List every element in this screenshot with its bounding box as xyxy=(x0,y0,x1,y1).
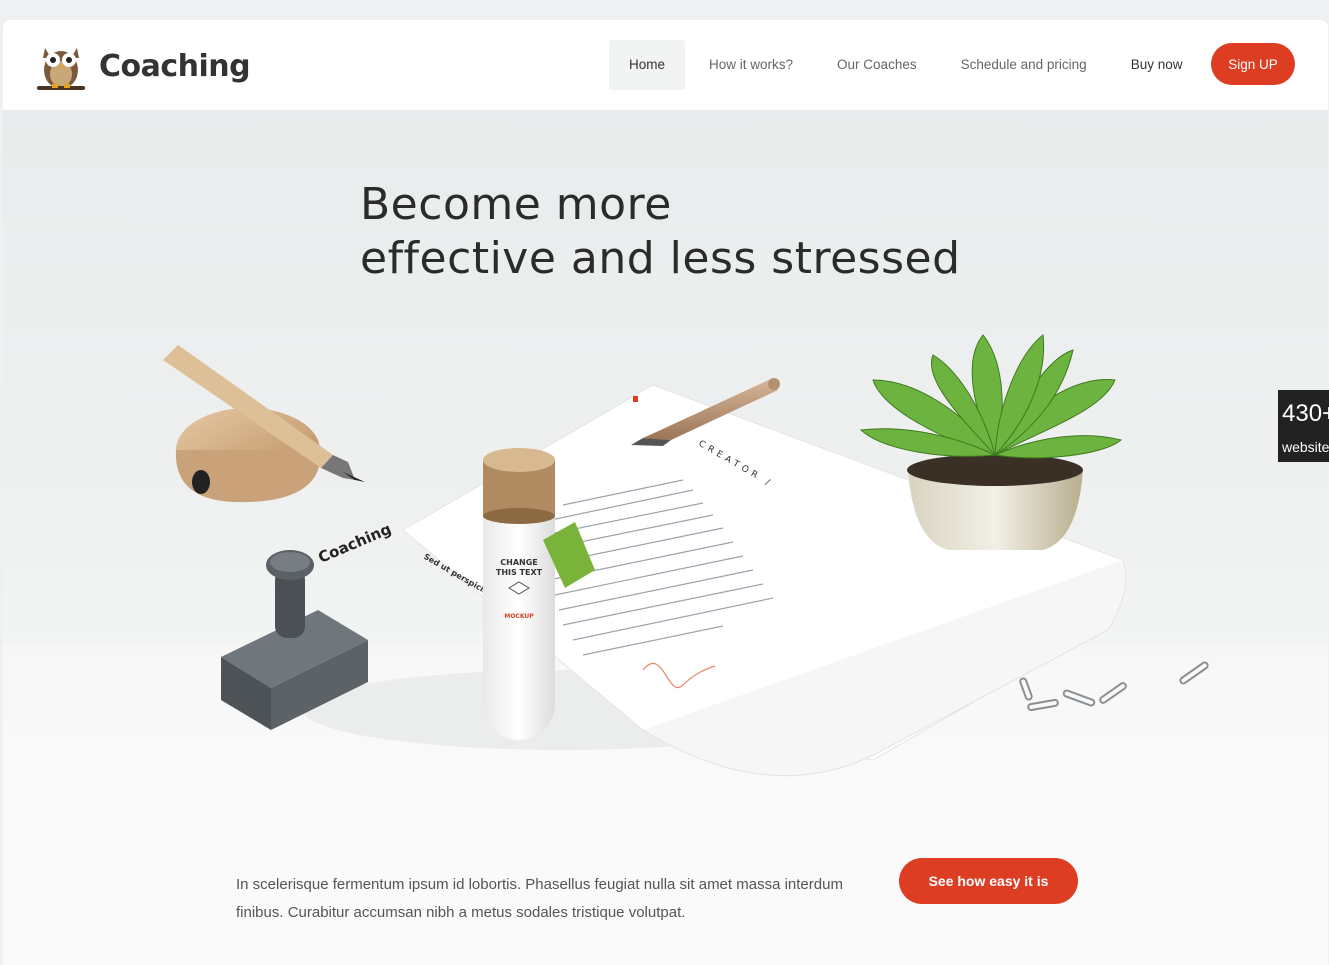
paper-mark xyxy=(633,396,638,402)
main-nav: Home How it works? Our Coaches Schedule … xyxy=(609,40,1206,90)
page-frame: Coaching Home How it works? Our Coaches … xyxy=(3,20,1328,965)
wooden-pencil-holder xyxy=(163,345,365,503)
tube-text-line2: THIS TEXT xyxy=(496,568,543,577)
badge-label: websites xyxy=(1282,439,1329,455)
see-how-button[interactable]: See how easy it is xyxy=(899,858,1078,904)
hero-title-line2: effective and less stressed xyxy=(360,233,961,284)
cta-section: In scelerisque fermentum ipsum id lobort… xyxy=(3,794,1328,965)
brand-name: Coaching xyxy=(99,48,251,84)
hero-title: Become more effective and less stressed xyxy=(360,178,961,286)
owl-icon xyxy=(37,48,85,90)
stamp-label: Coaching xyxy=(316,520,394,567)
side-promo-badge[interactable]: 430+ websites xyxy=(1278,390,1329,462)
paper-clips xyxy=(1019,661,1209,712)
badge-number: 430+ xyxy=(1282,400,1329,427)
tube-text-line1: CHANGE xyxy=(500,558,537,567)
nav-our-coaches[interactable]: Our Coaches xyxy=(817,40,937,90)
site-header: Coaching Home How it works? Our Coaches … xyxy=(3,20,1328,110)
brand-logo[interactable]: Coaching xyxy=(33,38,251,94)
tube-label: MOCKUP xyxy=(504,613,534,620)
hero-section: CREATOR / Sed ut perspiciatis Coaching C… xyxy=(3,110,1328,794)
cta-description: In scelerisque fermentum ipsum id lobort… xyxy=(236,876,843,921)
nav-schedule-pricing[interactable]: Schedule and pricing xyxy=(941,40,1107,90)
hero-title-line1: Become more xyxy=(360,179,672,230)
nav-home[interactable]: Home xyxy=(609,40,686,90)
nav-buy-now[interactable]: Buy now xyxy=(1111,40,1203,90)
signup-button[interactable]: Sign UP xyxy=(1211,43,1295,85)
nav-how-it-works[interactable]: How it works? xyxy=(689,40,813,90)
